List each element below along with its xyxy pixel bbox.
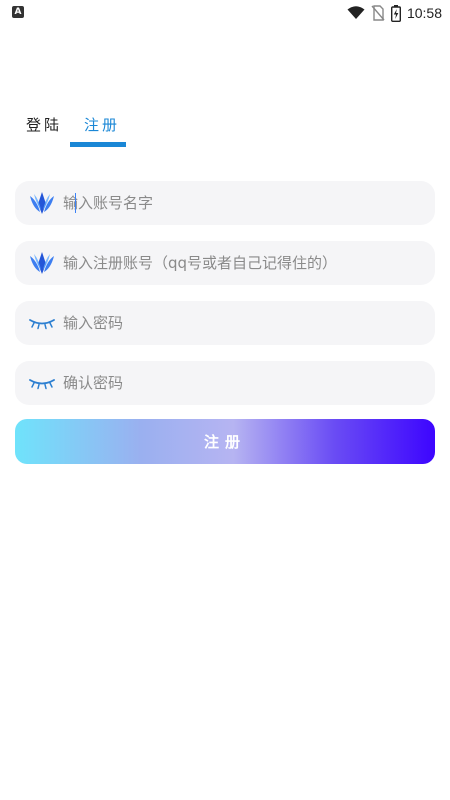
status-icons: 10:58 (347, 4, 442, 22)
eye-closed-icon[interactable] (25, 368, 59, 398)
eye-closed-icon[interactable] (25, 308, 59, 338)
account-name-field[interactable] (15, 181, 435, 225)
tab-login[interactable]: 登陆 (26, 114, 62, 135)
app-notification-icon: A (12, 6, 24, 18)
text-cursor (75, 193, 76, 213)
confirm-password-field[interactable] (15, 361, 435, 405)
active-tab-indicator (70, 142, 126, 147)
password-input[interactable] (61, 307, 425, 339)
register-account-input[interactable] (61, 247, 425, 279)
no-sim-icon (371, 5, 385, 21)
register-account-field[interactable] (15, 241, 435, 285)
account-name-input[interactable] (61, 187, 425, 219)
confirm-password-input[interactable] (61, 367, 425, 399)
password-field[interactable] (15, 301, 435, 345)
register-button[interactable]: 注册 (15, 419, 435, 464)
logo-icon (25, 248, 59, 278)
status-bar: A 10:58 (0, 0, 450, 26)
logo-icon (25, 188, 59, 218)
auth-tabs: 登陆 注册 (0, 114, 450, 154)
wifi-icon (347, 6, 365, 19)
tab-register[interactable]: 注册 (84, 114, 120, 135)
clock: 10:58 (406, 5, 442, 21)
battery-charging-icon (390, 4, 401, 22)
